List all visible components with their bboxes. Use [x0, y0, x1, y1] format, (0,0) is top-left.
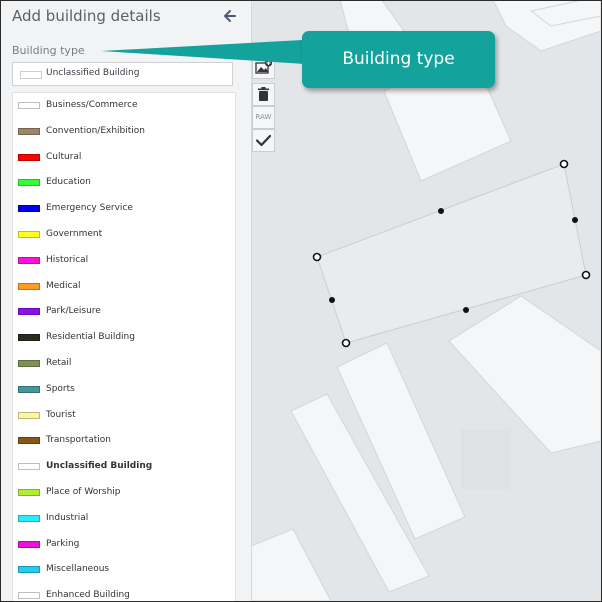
type-label: Miscellaneous — [46, 564, 110, 575]
building-type-option[interactable]: Medical — [13, 275, 235, 299]
building-type-list[interactable]: Business/Commerce Convention/Exhibition Cu… — [12, 92, 236, 601]
type-color-swatch — [18, 566, 40, 574]
checkmark-icon — [255, 134, 272, 147]
type-label: Emergency Service — [46, 203, 133, 214]
app-frame: Add building details Building type Uncla… — [0, 0, 602, 602]
type-color-swatch — [18, 334, 40, 342]
building-type-option[interactable]: Parking — [13, 533, 235, 557]
type-label: Convention/Exhibition — [46, 125, 146, 136]
edge-midpoint-handle[interactable] — [438, 208, 444, 214]
building-type-option[interactable]: Government — [13, 223, 235, 247]
type-color-swatch — [18, 463, 40, 471]
building-type-option[interactable]: Residential Building — [13, 326, 235, 350]
building-type-option[interactable]: Tourist — [13, 404, 235, 428]
type-label: Government — [46, 229, 103, 239]
type-label: Cultural — [46, 151, 82, 162]
edge-midpoint-handle[interactable] — [572, 217, 578, 223]
type-label: Transportation — [46, 435, 111, 446]
vertex-handle[interactable] — [581, 270, 591, 280]
type-label: Historical — [46, 254, 89, 265]
type-label: Medical — [46, 280, 81, 291]
type-label: Sports — [46, 383, 75, 394]
building-type-option[interactable]: Emergency Service — [13, 197, 235, 221]
edge-midpoint-handle[interactable] — [463, 307, 469, 313]
confirm-button[interactable] — [252, 129, 275, 152]
type-label: Unclassified Building — [46, 461, 153, 472]
building-type-option[interactable]: Historical — [13, 249, 235, 273]
type-label: Education — [46, 177, 91, 188]
building-type-option[interactable]: Transportation — [13, 429, 235, 453]
type-color-swatch — [18, 308, 40, 316]
type-label: Residential Building — [46, 332, 135, 343]
edge-midpoint-handle[interactable] — [329, 297, 335, 303]
type-color-swatch — [18, 411, 40, 419]
type-color-swatch — [18, 282, 40, 290]
building-type-option[interactable]: Cultural — [13, 146, 235, 170]
building-type-option[interactable]: Sports — [13, 378, 235, 402]
type-label: Tourist — [46, 409, 76, 420]
type-color-swatch — [18, 179, 40, 187]
vertex-handle[interactable] — [341, 338, 351, 348]
type-color-swatch — [18, 205, 40, 213]
type-color-swatch — [18, 231, 40, 238]
vertex-handle[interactable] — [312, 252, 322, 262]
type-color-swatch — [18, 385, 40, 393]
type-label: Park/Leisure — [46, 306, 101, 317]
type-label: Retail — [46, 358, 72, 368]
building-type-option[interactable]: Education — [13, 171, 235, 195]
type-label: Industrial — [46, 512, 89, 523]
type-color-swatch — [18, 514, 40, 522]
type-label: Place of Worship — [46, 487, 121, 497]
type-color-swatch — [18, 489, 40, 496]
building-type-option[interactable]: Park/Leisure — [13, 300, 235, 324]
type-color-swatch — [18, 540, 40, 548]
building-type-option[interactable]: Retail — [13, 352, 235, 376]
building-type-callout: Building type — [302, 31, 495, 88]
type-label: Parking — [46, 538, 80, 549]
type-color-swatch — [18, 153, 40, 161]
building-type-option[interactable]: Enhanced Building — [13, 584, 235, 601]
building-type-option[interactable]: Unclassified Building — [13, 455, 235, 479]
type-color-swatch — [18, 592, 40, 600]
vertex-handle[interactable] — [559, 159, 569, 169]
map-shadow-area — [461, 429, 511, 489]
type-color-swatch — [18, 360, 40, 367]
type-label: Enhanced Building — [46, 590, 130, 601]
type-color-swatch — [18, 256, 40, 264]
building-type-option[interactable]: Convention/Exhibition — [13, 120, 235, 144]
type-color-swatch — [18, 127, 40, 135]
building-type-option[interactable]: Miscellaneous — [13, 558, 235, 582]
type-color-swatch — [18, 437, 40, 445]
callout-pointer — [101, 39, 321, 65]
building-type-option[interactable]: Place of Worship — [13, 481, 235, 505]
building-type-option[interactable]: Industrial — [13, 507, 235, 531]
